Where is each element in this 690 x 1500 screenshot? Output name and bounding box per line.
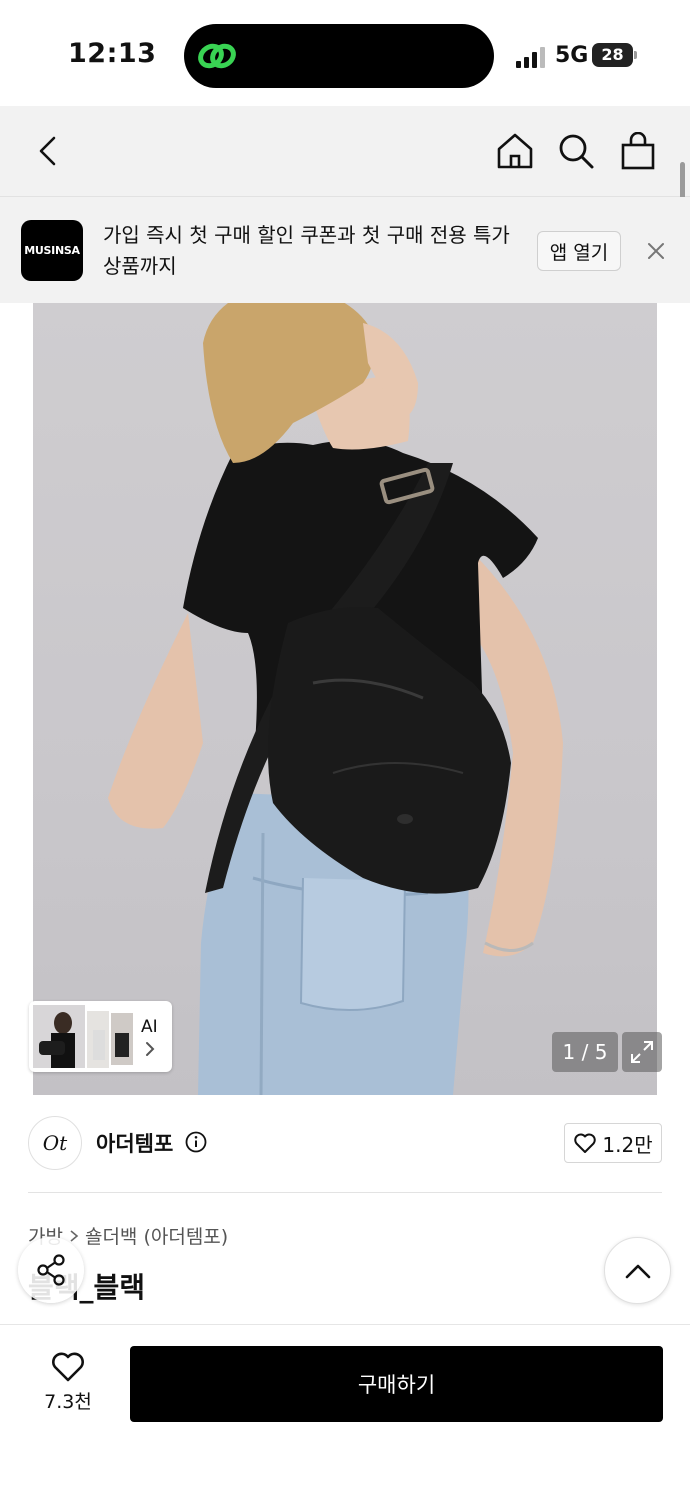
battery-level: 28 — [592, 43, 633, 67]
search-icon — [559, 134, 594, 169]
wishlist-count: 7.3천 — [44, 1391, 92, 1413]
network-label: 5G — [555, 43, 589, 68]
back-icon — [39, 136, 56, 166]
musinsa-logo: MUSINSA — [21, 220, 83, 281]
banner-message: 가입 즉시 첫 구매 할인 쿠폰과 첫 구매 전용 특가 상품까지 — [103, 223, 510, 278]
expand-icon — [631, 1041, 653, 1063]
ai-thumbnail-images — [33, 1005, 133, 1068]
status-time: 12:13 — [68, 38, 157, 69]
heart-icon — [574, 1133, 597, 1153]
brand-like-count: 1.2만 — [602, 1132, 653, 1157]
divider — [28, 1192, 662, 1193]
wishlist-button[interactable]: 7.3천 — [28, 1351, 108, 1421]
share-button[interactable] — [18, 1237, 84, 1303]
dynamic-island — [184, 24, 494, 88]
shopping-bag-icon — [621, 132, 655, 170]
ai-styling-thumbnail[interactable]: AI — [29, 1001, 172, 1072]
product-photo — [108, 303, 563, 1095]
product-image[interactable] — [33, 303, 657, 1095]
ai-label: AI — [141, 1017, 158, 1037]
top-navigation — [0, 106, 690, 197]
chevron-right-icon — [70, 1229, 79, 1242]
heart-icon — [52, 1352, 84, 1382]
cart-button[interactable] — [615, 128, 661, 174]
status-bar: 12:13 5G 28 — [0, 0, 690, 106]
expand-image-button[interactable] — [622, 1032, 662, 1072]
breadcrumb-subcategory[interactable]: 숄더백 (아더템포) — [85, 1222, 228, 1249]
image-page-counter: 1 / 5 — [552, 1032, 618, 1072]
home-icon — [497, 133, 533, 169]
buy-button[interactable]: 구매하기 — [130, 1346, 663, 1422]
scroll-to-top-button[interactable] — [604, 1237, 671, 1304]
chevron-right-icon — [146, 1042, 155, 1056]
chevron-up-icon — [625, 1264, 650, 1278]
open-app-button[interactable]: 앱 열기 — [537, 231, 621, 271]
link-app-icon — [198, 43, 236, 69]
signal-icon — [516, 47, 545, 68]
battery-cap — [634, 51, 637, 59]
back-button[interactable] — [25, 128, 71, 174]
app-install-banner: MUSINSA 가입 즉시 첫 구매 할인 쿠폰과 첫 구매 전용 특가 상품까… — [0, 197, 690, 303]
bottom-action-bar: 7.3천 구매하기 — [0, 1324, 690, 1500]
brand-name[interactable]: 아더템포 — [96, 1128, 173, 1158]
close-icon[interactable] — [644, 239, 668, 263]
battery-icon: 28 — [592, 43, 638, 67]
brand-row: Ot 아더템포 1.2만 — [0, 1095, 690, 1192]
search-button[interactable] — [553, 128, 599, 174]
brand-like-button[interactable]: 1.2만 — [564, 1123, 662, 1163]
share-icon — [37, 1254, 65, 1286]
info-icon[interactable] — [185, 1131, 207, 1153]
home-button[interactable] — [492, 128, 538, 174]
brand-logo[interactable]: Ot — [28, 1116, 82, 1170]
